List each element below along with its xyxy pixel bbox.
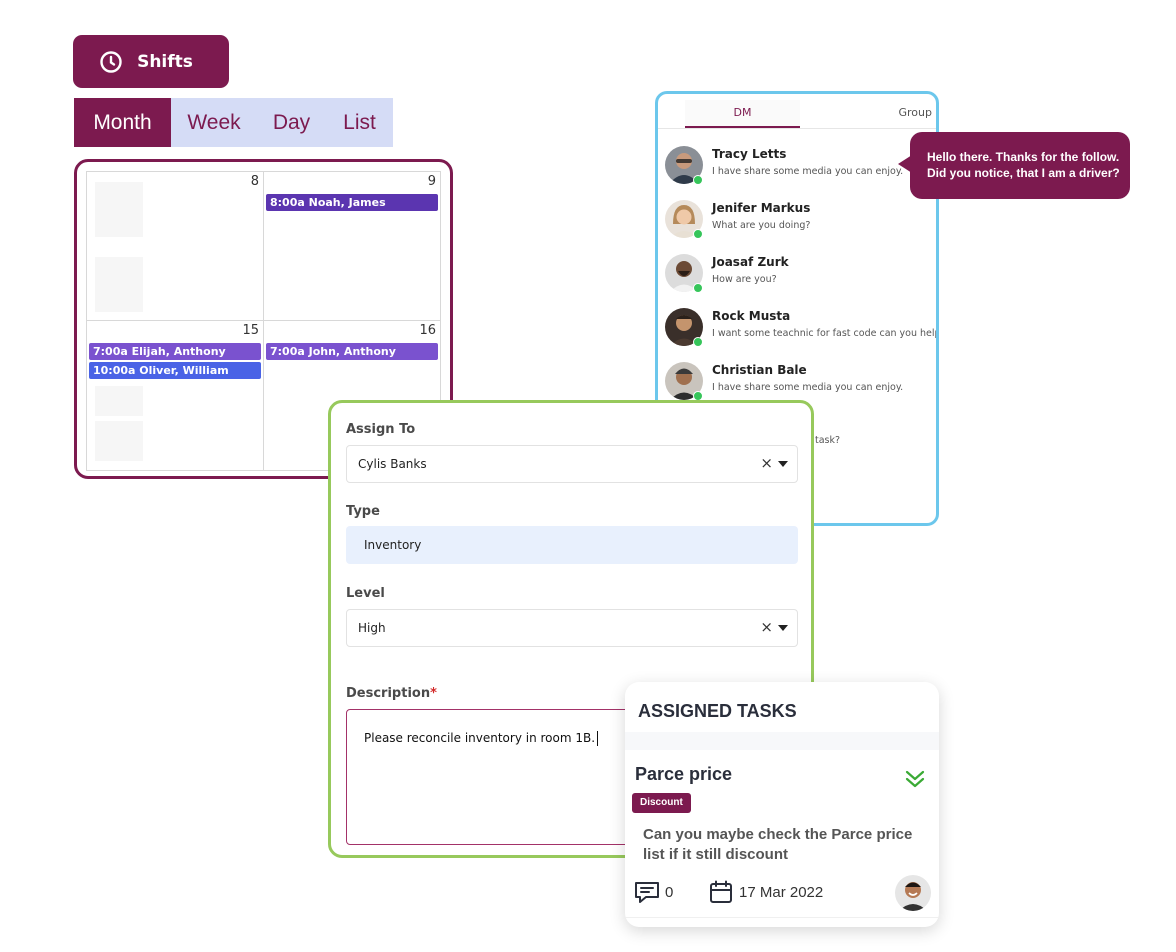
- description-label-text: Description: [346, 686, 431, 701]
- contact-message: I have share some media you can enjoy.: [712, 382, 904, 393]
- calendar-event[interactable]: 7:00a Elijah, Anthony: [89, 343, 261, 360]
- day-number: 8: [250, 174, 259, 189]
- chevron-down-icon[interactable]: [778, 625, 788, 631]
- online-indicator: [693, 175, 703, 185]
- task-badge: Discount: [632, 793, 691, 813]
- tasks-header: ASSIGNED TASKS: [625, 682, 939, 733]
- assign-value: Cylis Banks: [358, 457, 427, 471]
- text-cursor: [597, 731, 599, 746]
- task-date: 17 Mar 2022: [739, 884, 824, 901]
- type-label: Type: [346, 504, 380, 519]
- type-value: Inventory: [364, 538, 422, 552]
- description-text: Please reconcile inventory in room 1B.: [364, 731, 596, 745]
- chat-tabs: DM Group: [658, 94, 936, 129]
- task-title: Parce price: [635, 764, 733, 784]
- day-number: 15: [242, 323, 259, 338]
- placeholder-block: [95, 421, 143, 461]
- contact-name: Jenifer Markus: [712, 201, 811, 215]
- tab-group[interactable]: Group: [899, 100, 933, 126]
- shifts-button[interactable]: Shifts: [73, 35, 229, 88]
- placeholder-block: [95, 257, 143, 312]
- divider: [625, 917, 939, 918]
- tab-month[interactable]: Month: [74, 98, 171, 147]
- chat-bubble: Hello there. Thanks for the follow. Did …: [910, 132, 1130, 199]
- calendar-day-cell[interactable]: 9 8:00a Noah, James: [264, 172, 440, 321]
- day-number: 16: [419, 323, 436, 338]
- view-tabs: Month Week Day List: [74, 98, 393, 147]
- task-footer: 0 17 Mar 2022: [625, 875, 939, 918]
- description-value: Please reconcile inventory in room 1B.: [364, 731, 599, 746]
- contact-name: Joasaf Zurk: [712, 255, 789, 269]
- tab-week[interactable]: Week: [171, 98, 257, 147]
- chat-contact[interactable]: Tracy Letts I have share some media you …: [663, 146, 933, 196]
- tasks-heading: ASSIGNED TASKS: [638, 701, 797, 721]
- tab-day[interactable]: Day: [257, 98, 326, 147]
- contact-message: What are you doing?: [712, 220, 811, 231]
- contact-message: task?: [815, 435, 841, 446]
- calendar-event[interactable]: 8:00a Noah, James: [266, 194, 438, 211]
- calendar-icon: [710, 880, 732, 903]
- level-value: High: [358, 621, 386, 635]
- contact-name: Christian Bale: [712, 363, 807, 377]
- chat-contact[interactable]: Rock Musta I want some teachnic for fast…: [663, 308, 936, 358]
- online-indicator: [693, 337, 703, 347]
- calendar-event[interactable]: 10:00a Oliver, William: [89, 362, 261, 379]
- assign-select[interactable]: Cylis Banks ×: [346, 445, 798, 483]
- contact-message: How are you?: [712, 274, 777, 285]
- clear-icon[interactable]: ×: [760, 618, 773, 636]
- clock-icon: [100, 50, 122, 73]
- contact-name: Tracy Letts: [712, 147, 787, 161]
- online-indicator: [693, 283, 703, 293]
- day-number: 9: [427, 174, 436, 189]
- contact-message: I want some teachnic for fast code can y…: [712, 328, 939, 339]
- calendar-day-cell[interactable]: 15 7:00a Elijah, Anthony 10:00a Oliver, …: [87, 321, 264, 471]
- comment-icon[interactable]: [634, 880, 660, 904]
- type-select[interactable]: Inventory: [346, 526, 798, 564]
- bubble-line: Hello there. Thanks for the follow.: [927, 150, 1120, 164]
- chevron-down-icon[interactable]: [778, 461, 788, 467]
- contact-name: Rock Musta: [712, 309, 791, 323]
- level-select[interactable]: High ×: [346, 609, 798, 647]
- avatar[interactable]: [895, 875, 931, 911]
- required-mark: *: [430, 686, 437, 701]
- comment-count: 0: [665, 884, 674, 901]
- placeholder-block: [95, 386, 143, 416]
- bubble-line: Did you notice, that I am a driver?: [927, 166, 1120, 180]
- assign-label: Assign To: [346, 422, 416, 437]
- assigned-tasks-card: ASSIGNED TASKS Parce price Discount Can …: [625, 682, 939, 927]
- online-indicator: [693, 229, 703, 239]
- clear-icon[interactable]: ×: [760, 454, 773, 472]
- task-description: Can you maybe check the Parce price list…: [643, 826, 913, 863]
- calendar-event[interactable]: 7:00a John, Anthony: [266, 343, 438, 360]
- calendar-day-cell[interactable]: 8: [87, 172, 264, 321]
- chevron-double-down-icon[interactable]: [904, 768, 926, 790]
- tab-list[interactable]: List: [326, 98, 393, 147]
- placeholder-block: [95, 182, 143, 237]
- chat-contact[interactable]: Jenifer Markus What are you doing?: [663, 200, 933, 250]
- level-label: Level: [346, 586, 385, 601]
- description-label: Description*: [346, 686, 437, 701]
- divider: [625, 732, 939, 750]
- chat-contact[interactable]: Joasaf Zurk How are you?: [663, 254, 933, 304]
- contact-message: I have share some media you can enjoy.: [712, 166, 904, 177]
- tab-dm[interactable]: DM: [685, 100, 800, 128]
- shifts-label: Shifts: [137, 51, 193, 72]
